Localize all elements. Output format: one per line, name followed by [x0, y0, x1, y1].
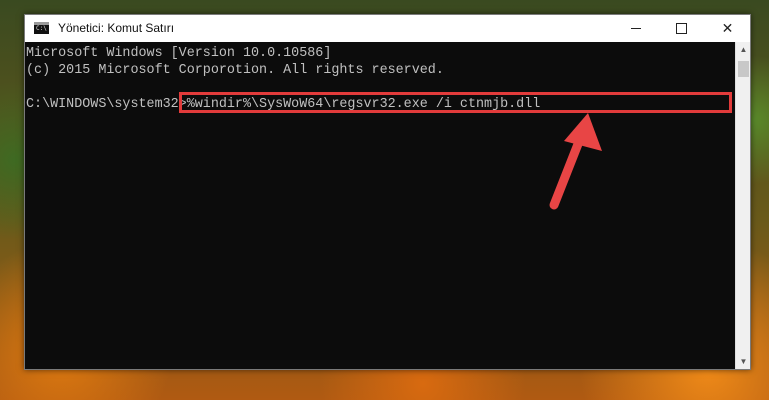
red-arrow-icon [549, 113, 602, 210]
console-line-version: Microsoft Windows [Version 10.0.10586] [26, 46, 332, 61]
arrow-head [564, 113, 602, 151]
scroll-down-button[interactable]: ▼ [736, 354, 751, 369]
console-output[interactable]: Microsoft Windows [Version 10.0.10586] (… [25, 42, 735, 369]
vertical-scrollbar[interactable]: ▲ ▼ [735, 42, 750, 369]
arrow-shaft [549, 134, 585, 210]
scroll-up-button[interactable]: ▲ [736, 42, 751, 57]
title-bar[interactable]: C:\ Yönetici: Komut Satırı ✕ [25, 15, 750, 42]
command-prompt-icon: C:\ [34, 22, 49, 34]
minimize-icon [630, 28, 641, 29]
console-line-copyright: (c) 2015 Microsoft Corporotion. All righ… [26, 63, 444, 78]
command-prompt-window[interactable]: C:\ Yönetici: Komut Satırı ✕ Microsoft W… [24, 14, 751, 370]
close-icon: ✕ [721, 20, 734, 36]
maximize-icon [676, 23, 687, 34]
command-highlight-box [179, 92, 732, 113]
scroll-up-icon: ▲ [739, 45, 748, 54]
scroll-thumb[interactable] [738, 61, 749, 77]
window-title: Yönetici: Komut Satırı [58, 21, 175, 35]
close-button[interactable]: ✕ [705, 15, 750, 42]
scroll-down-icon: ▼ [739, 357, 748, 366]
maximize-button[interactable] [659, 15, 704, 42]
desktop-background: { "window": { "title": "Yönetici: Komut … [0, 0, 769, 400]
console-prompt: C:\WINDOWS\system32> [26, 97, 187, 112]
minimize-button[interactable] [613, 15, 658, 42]
